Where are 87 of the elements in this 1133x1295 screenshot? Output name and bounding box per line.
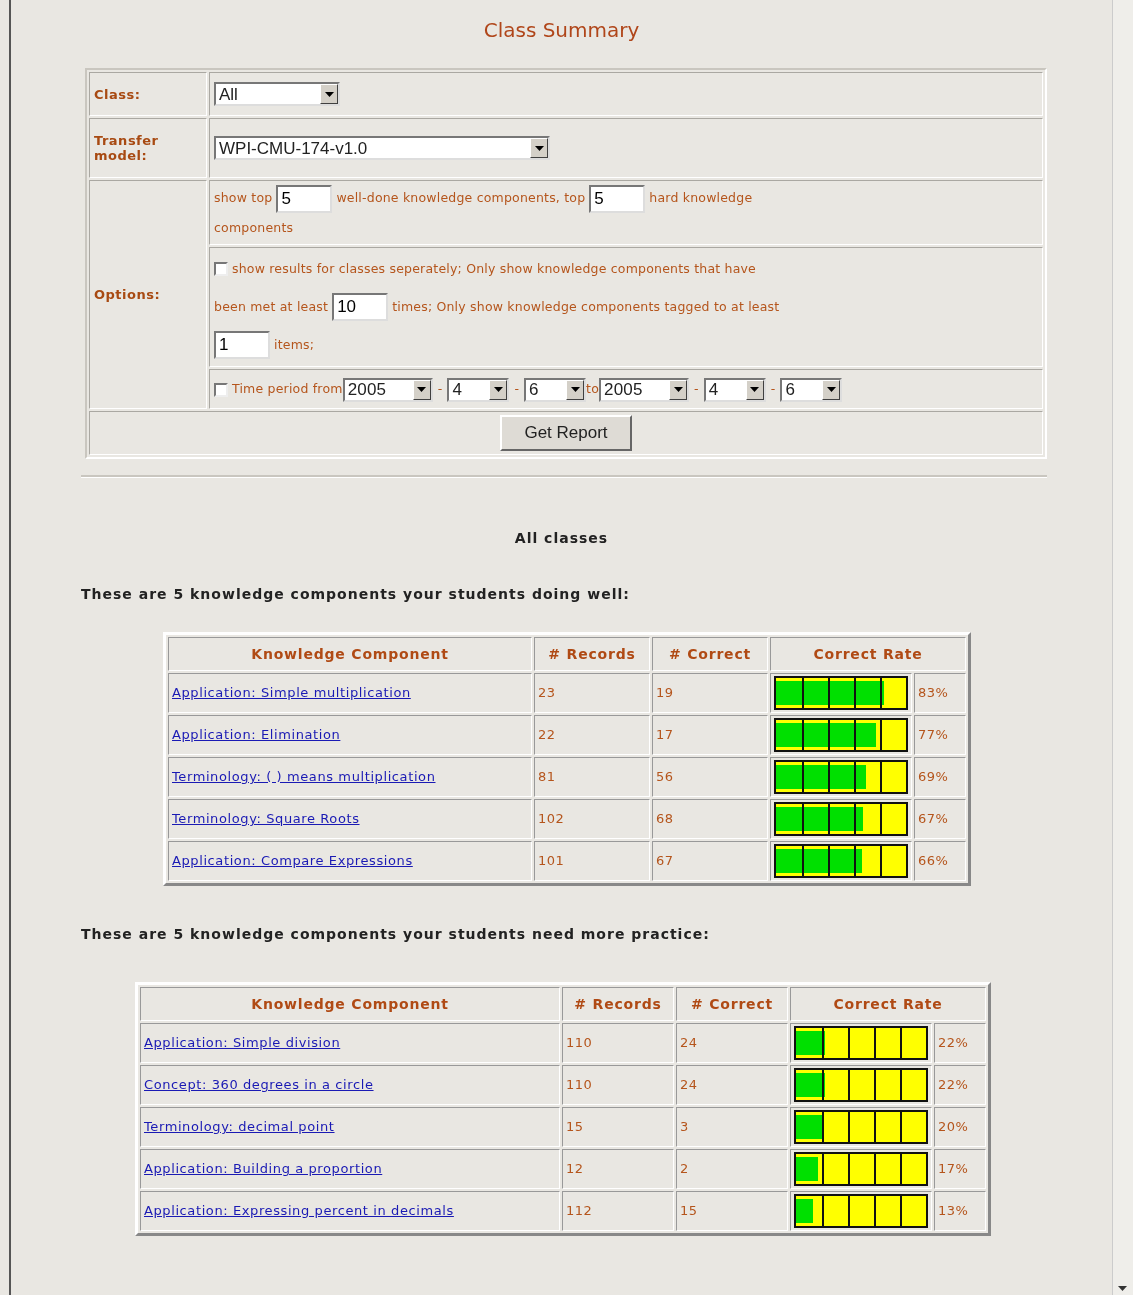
table-caption: These are 5 knowledge components your students need more practice: — [81, 925, 711, 942]
table-cell: 13% — [934, 1190, 986, 1231]
column-header: Knowledge Component — [140, 986, 560, 1021]
table-cell: 81 — [534, 756, 650, 797]
top-hard-field[interactable]: 5 — [589, 184, 646, 213]
option-text: hard knowledge — [649, 190, 753, 205]
caret-icon — [750, 387, 760, 392]
checkbox[interactable] — [214, 382, 228, 397]
column-header: # Correct — [652, 636, 768, 671]
table-cell: 17 — [652, 714, 768, 755]
table-caption: These are 5 knowledge components your students doing well: — [81, 585, 631, 602]
table-cell: 17% — [934, 1148, 986, 1189]
table-cell: 112 — [562, 1190, 674, 1231]
checkbox[interactable] — [214, 262, 228, 276]
table-cell: 22 — [534, 714, 650, 755]
table-cell: 12 — [562, 1148, 674, 1189]
table-cell: 15 — [562, 1106, 674, 1147]
table-cell: 110 — [562, 1022, 674, 1063]
table-cell: 24 — [676, 1022, 788, 1063]
class-dropdown[interactable]: All — [214, 82, 340, 106]
class-label: Class: — [94, 86, 141, 102]
caret-icon — [493, 387, 503, 392]
table-cell: 102 — [534, 798, 650, 839]
option-text: show top — [214, 190, 273, 205]
table-cell: 66% — [914, 840, 966, 881]
table-cell: 83% — [914, 672, 966, 713]
table-cell: 3 — [676, 1106, 788, 1147]
scroll-down-icon[interactable] — [1118, 1286, 1127, 1291]
caret-icon — [417, 387, 427, 392]
column-header: Correct Rate — [790, 986, 986, 1021]
top-well-done-field[interactable]: 5 — [276, 184, 333, 213]
table-cell: 101 — [534, 840, 650, 881]
column-header: # Records — [562, 986, 674, 1021]
section-heading: All classes — [513, 529, 610, 546]
option-text: been met at least — [214, 298, 329, 314]
caret-icon — [324, 91, 334, 97]
date-separator: - — [770, 381, 776, 396]
option-text: times; Only show knowledge components tagged to at least — [392, 298, 780, 314]
caret-icon — [827, 387, 836, 392]
options-label: Options: — [94, 286, 161, 302]
option-text: Time period from — [232, 381, 343, 396]
table-cell: 2 — [676, 1148, 788, 1189]
component-link[interactable]: Terminology: decimal point — [144, 1119, 335, 1134]
table-cell: 69% — [914, 756, 966, 797]
table-cell: 24 — [676, 1064, 788, 1105]
table-cell: 67% — [914, 798, 966, 839]
component-link[interactable]: Application: Elimination — [172, 727, 341, 742]
date-separator: - — [514, 381, 520, 396]
date-separator: - — [437, 381, 443, 396]
transfer-model-label: Transfer model: — [94, 133, 159, 163]
date-dropdown[interactable]: 2005 — [342, 377, 433, 402]
component-link[interactable]: Application: Simple division — [144, 1035, 341, 1050]
option-text: components — [214, 219, 294, 235]
caret-icon — [673, 387, 683, 392]
table-cell: 15 — [676, 1190, 788, 1231]
column-header: # Records — [534, 636, 650, 671]
date-dropdown[interactable]: 6 — [780, 377, 843, 402]
component-link[interactable]: Terminology: Square Roots — [172, 811, 360, 826]
option-text: items; — [274, 336, 315, 352]
min-met-field[interactable]: 10 — [332, 293, 389, 321]
table-cell: 68 — [652, 798, 768, 839]
date-dropdown[interactable]: 6 — [524, 377, 587, 402]
date-dropdown[interactable]: 4 — [447, 377, 510, 402]
column-header: Knowledge Component — [168, 636, 532, 671]
table-cell: 67 — [652, 840, 768, 881]
option-text: to — [586, 381, 600, 396]
table-cell: 77% — [914, 714, 966, 755]
table-cell: 20% — [934, 1106, 986, 1147]
get-report-button[interactable]: Get Report — [500, 414, 632, 451]
option-text: well-done knowledge components, top — [336, 190, 586, 205]
table-cell: 110 — [562, 1064, 674, 1105]
table-cell: 19 — [652, 672, 768, 713]
min-items-field[interactable]: 1 — [214, 331, 270, 359]
table-cell: 22% — [934, 1064, 986, 1105]
column-header: # Correct — [676, 986, 788, 1021]
table-cell: 22% — [934, 1022, 986, 1063]
transfer-model-dropdown[interactable]: WPI-CMU-174-v1.0 — [214, 136, 550, 160]
option-text: show results for classes seperately; Only show knowledge components that have — [232, 260, 756, 276]
date-dropdown[interactable]: 2005 — [599, 377, 690, 402]
page-title: Class Summary — [482, 18, 641, 42]
column-header: Correct Rate — [770, 636, 966, 671]
date-separator: - — [694, 381, 699, 396]
table-cell: 23 — [534, 672, 650, 713]
date-dropdown[interactable]: 4 — [703, 377, 766, 402]
table-cell: 56 — [652, 756, 768, 797]
caret-icon — [570, 387, 580, 392]
caret-icon — [534, 145, 544, 151]
